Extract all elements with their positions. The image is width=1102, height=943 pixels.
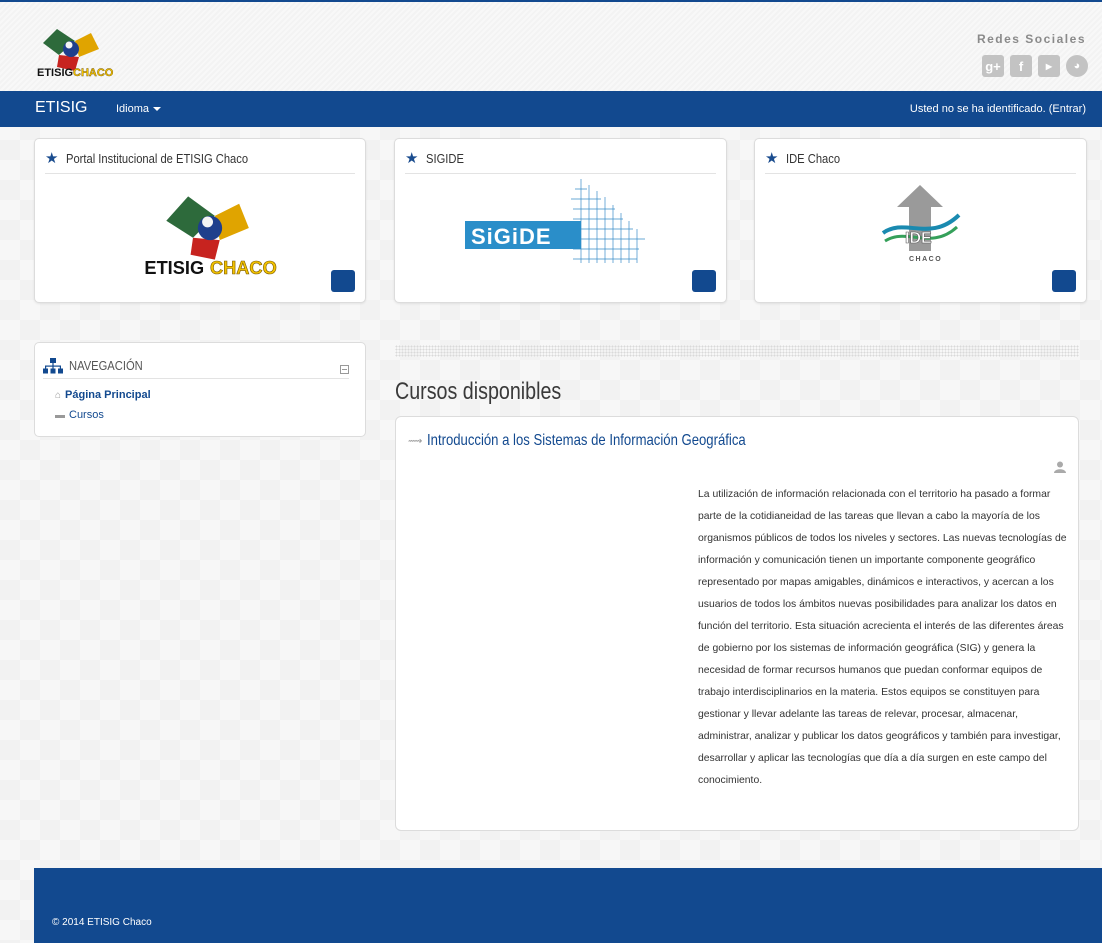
card-title-text[interactable]: IDE Chaco [786,152,840,166]
social-title: Redes Sociales [976,32,1086,46]
card-ide-chaco: ★ IDE Chaco IDE CHACO [754,138,1087,303]
card-title-text[interactable]: SIGIDE [426,152,464,166]
site-header: ETISIG CHACO Redes Sociales g+ f ▶ ◕ [0,2,1102,91]
navbar-brand[interactable]: ETISIG [35,99,87,117]
card-title: ★ SIGIDE [405,150,716,174]
etisig-chaco-logo[interactable]: ETISIG CHACO [35,27,135,79]
course-icon: ⟿ [408,435,423,447]
courses-heading: Cursos disponibles [395,378,562,405]
card-more-button[interactable] [692,270,716,292]
svg-text:CHACO: CHACO [73,67,114,79]
ide-chaco-logo-image[interactable]: IDE CHACO [875,181,965,271]
collapse-block-icon[interactable] [340,365,349,374]
section-divider [395,345,1079,357]
course-box: ⟿ Introducción a los Sistemas de Informa… [395,416,1079,831]
youtube-icon[interactable]: ▶ [1038,55,1060,77]
folder-icon: ▬ [55,409,65,421]
card-sigide: ★ SIGIDE SiGiDE [394,138,727,303]
svg-text:SiGiDE: SiGiDE [471,224,552,249]
svg-text:ETISIG: ETISIG [144,258,204,278]
course-summary: La utilización de información relacionad… [698,489,1067,786]
svg-text:CHACO: CHACO [210,258,277,278]
facebook-icon[interactable]: f [1010,55,1032,77]
star-icon: ★ [45,150,59,167]
google-plus-icon[interactable]: g+ [982,55,1004,77]
navigation-block: NAVEGACIÓN ⌂ Página Principal ▬ Cursos [34,342,366,437]
star-icon: ★ [405,150,419,167]
language-menu[interactable]: Idioma [116,103,162,115]
nav-item-home[interactable]: ⌂ Página Principal [55,389,151,401]
card-more-button[interactable] [1052,270,1076,292]
star-icon: ★ [765,150,779,167]
home-icon: ⌂ [55,389,62,401]
nav-item-courses[interactable]: ▬ Cursos [55,409,104,421]
course-name: ⟿ Introducción a los Sistemas de Informa… [408,432,816,450]
user-icon [1054,461,1066,473]
navigation-header: NAVEGACIÓN [43,353,349,379]
footer-copyright: © 2014 ETISIG Chaco [52,917,152,928]
other-social-icon[interactable]: ◕ [1066,55,1088,77]
card-portal-institucional: ★ Portal Institucional de ETISIG Chaco E… [34,138,366,303]
nav-item-label[interactable]: Cursos [69,409,104,421]
svg-text:IDE: IDE [905,230,932,247]
card-more-button[interactable] [331,270,355,292]
page-footer: © 2014 ETISIG Chaco [34,868,1102,943]
caret-down-icon [153,107,162,112]
svg-text:ETISIG: ETISIG [37,67,73,79]
card-title: ★ Portal Institucional de ETISIG Chaco [45,150,355,174]
svg-text:CHACO: CHACO [909,256,942,263]
language-label: Idioma [116,103,150,115]
top-navbar: ETISIG Idioma Usted no se ha identificad… [0,91,1102,127]
sigide-logo-image[interactable]: SiGiDE [461,177,661,267]
card-title: ★ IDE Chaco [765,150,1076,174]
etisig-chaco-logo-image[interactable]: ETISIG CHACO [135,194,285,279]
nav-item-label[interactable]: Página Principal [65,389,151,401]
login-link[interactable]: Usted no se ha identificado. (Entrar) [910,103,1086,115]
card-title-text[interactable]: Portal Institucional de ETISIG Chaco [66,152,248,166]
navigation-title: NAVEGACIÓN [69,358,143,373]
social-icons: g+ f ▶ ◕ [982,55,1088,77]
course-link[interactable]: Introducción a los Sistemas de Informaci… [427,432,746,450]
sitemap-icon [43,357,63,373]
